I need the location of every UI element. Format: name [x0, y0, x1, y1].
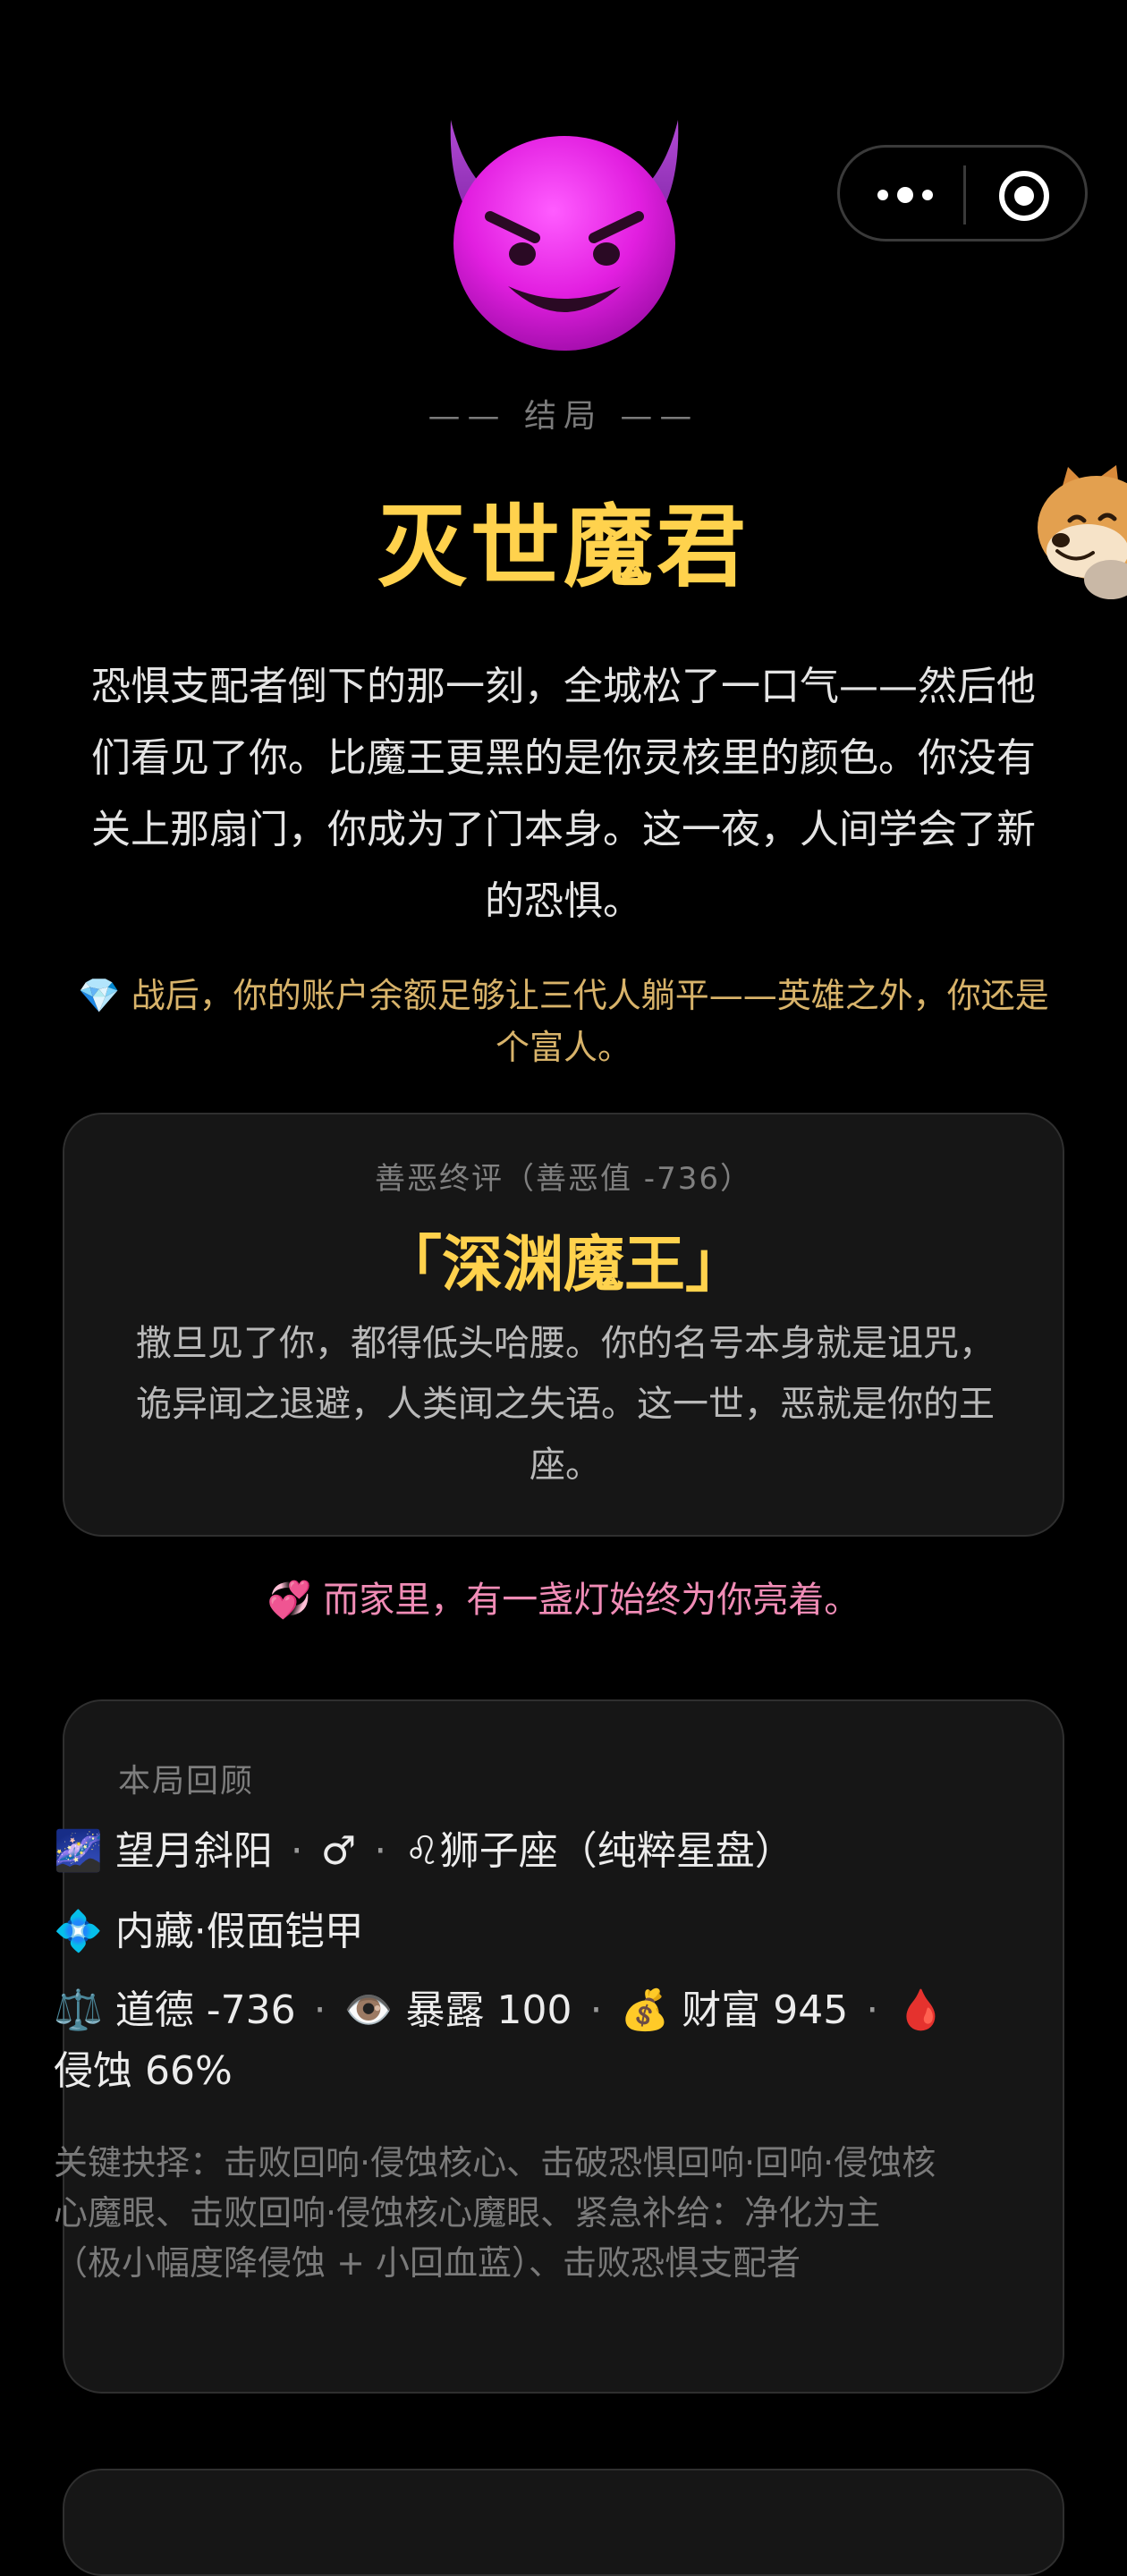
- review-heading: 本局回顾: [118, 1763, 255, 1800]
- wealth-value: 945: [773, 1987, 849, 2033]
- more-dots-icon[interactable]: [874, 182, 936, 208]
- review-origin-line: 🌌 望月斜阳 · ♂ · ♌狮子座（纯粹星盘）: [54, 1821, 948, 1882]
- separator-dot: ·: [313, 1987, 326, 2033]
- ending-kicker: —— 结局 ——: [428, 398, 699, 435]
- character-name: 望月斜阳: [114, 1828, 273, 1874]
- verdict-label: 善恶终评（善恶值 -736）: [375, 1161, 752, 1197]
- ending-description: 恐惧支配者倒下的那一刻，全城松了一口气——然后他们看见了你。比魔王更黑的是你灵核…: [91, 664, 1036, 924]
- corrosion-label: 侵蚀: [54, 2048, 132, 2094]
- smiling-face-with-horns-icon: [450, 120, 679, 351]
- wealth-label: 财富: [682, 1987, 761, 2033]
- separator-dot: ·: [374, 1828, 387, 1874]
- blood-drop-icon: 🩸: [896, 1987, 946, 2033]
- morality-label: 道德: [114, 1987, 194, 2033]
- wealth-note: 💎 战后，你的账户余额足够让三代人躺平——英雄之外，你还是个富人。: [78, 976, 1049, 1067]
- gender-symbol: ♂: [320, 1828, 357, 1874]
- separator-dot: ·: [866, 1987, 879, 2033]
- capsule-divider: [963, 165, 966, 225]
- balance-scale-icon: ⚖️: [54, 1987, 103, 2033]
- eye-icon: 👁️: [343, 1987, 394, 2033]
- target-circle-icon[interactable]: [997, 169, 1051, 223]
- ending-title: 灭世魔君: [377, 495, 750, 599]
- morality-value: -736: [206, 1987, 296, 2033]
- exposure-value: 100: [496, 1987, 572, 2033]
- leo-icon: ♌: [404, 1828, 440, 1874]
- diamond-icon: 💠: [54, 1909, 103, 1954]
- money-bag-icon: 💰: [620, 1987, 670, 2033]
- separator-dot: ·: [290, 1828, 303, 1874]
- galaxy-icon: 🌌: [54, 1828, 103, 1874]
- key-choices: 关键抉择：击败回响·侵蚀核心、击破恐惧回响·回响·侵蚀核心魔眼、击败回响·侵蚀核…: [54, 2143, 936, 2283]
- trait-text: 内藏·假面铠甲: [114, 1909, 364, 1954]
- separator-dot: ·: [589, 1987, 603, 2033]
- verdict-description: 撒旦见了你，都得低头哈腰。你的名号本身就是诅咒，诡异闻之退避，人类闻之失语。这一…: [136, 1323, 995, 1486]
- review-trait-line: 💠 内藏·假面铠甲: [54, 1902, 948, 1962]
- mini-program-capsule: [837, 145, 1088, 242]
- zodiac-text: 狮子座（纯粹星盘）: [439, 1828, 794, 1874]
- family-note: 💞 而家里，有一盏灯始终为你亮着。: [267, 1580, 860, 1621]
- verdict-title: 「深渊魔王」: [380, 1230, 746, 1301]
- review-stats-line: ⚖️ 道德 -736 · 👁️ 暴露 100 · 💰 财富 945 · 🩸 侵蚀…: [54, 1980, 948, 2102]
- exposure-label: 暴露: [405, 1987, 485, 2033]
- next-card: [63, 2469, 1064, 2576]
- verdict-card: 善恶终评（善恶值 -736） 「深渊魔王」 撒旦见了你，都得低头哈腰。你的名号本…: [63, 1113, 1064, 1537]
- corrosion-value: 66%: [145, 2048, 233, 2094]
